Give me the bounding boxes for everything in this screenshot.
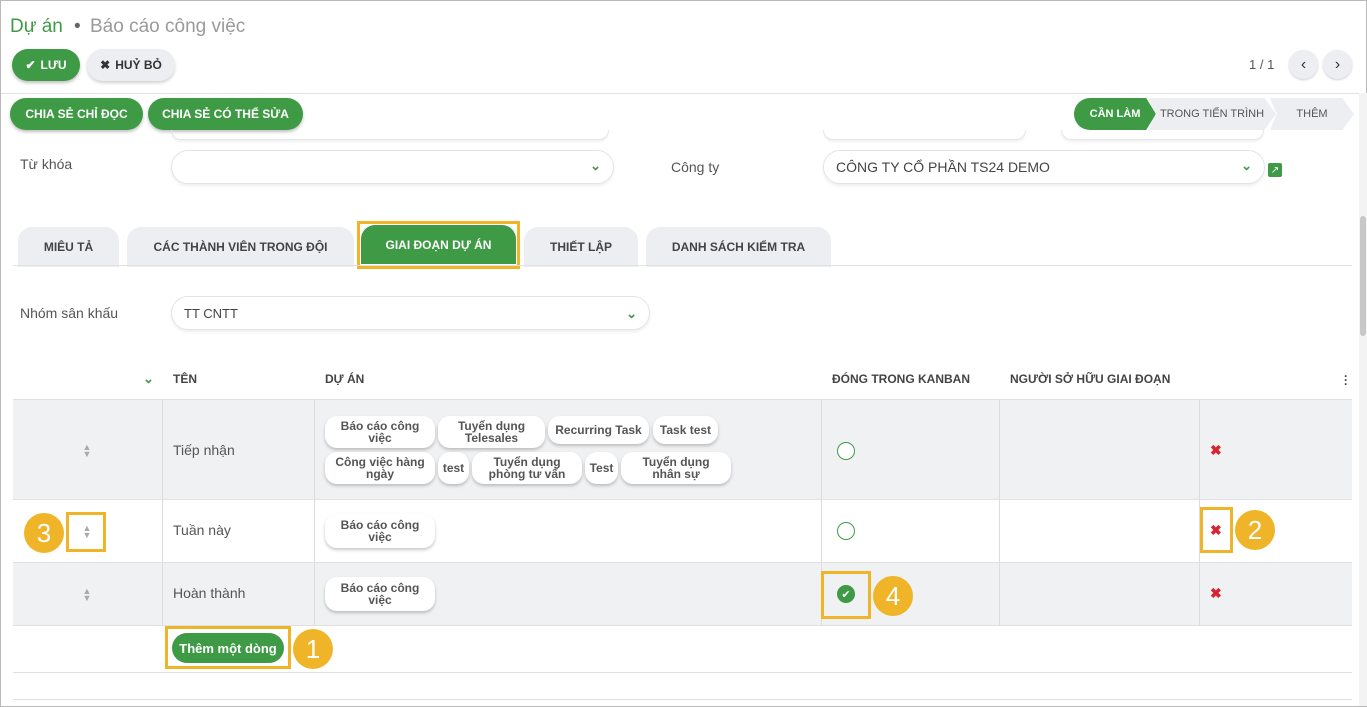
company-label: Công ty [671, 159, 720, 175]
fold-checkbox-checked[interactable]: ✔ [837, 585, 855, 603]
project-tag[interactable]: Task test [653, 416, 718, 444]
stage-more[interactable]: THÊM [1270, 98, 1354, 130]
company-value: CÔNG TY CỔ PHẦN TS24 DEMO [836, 159, 1050, 175]
stage-name[interactable]: Tuần này [173, 522, 231, 538]
project-tag[interactable]: Công việc hàng ngày [325, 452, 435, 484]
column-divider [821, 399, 822, 625]
stage-name[interactable]: Tiếp nhận [173, 442, 235, 458]
column-divider [314, 399, 315, 625]
external-link-icon[interactable]: ↗ [1268, 163, 1282, 177]
chevron-down-icon: ⌄ [626, 306, 637, 321]
chevron-down-icon[interactable]: ⌄ [143, 371, 154, 387]
project-tag[interactable]: Báo cáo công việc [325, 514, 435, 548]
scrollbar-thumb[interactable] [1360, 216, 1366, 336]
header-divider [1, 93, 1367, 94]
column-fold-header[interactable]: ĐÓNG TRONG KANBAN [832, 372, 970, 386]
breadcrumb-separator: • [74, 16, 81, 37]
add-line-button[interactable]: Thêm một dòng [172, 633, 284, 663]
stage-group-field[interactable]: TT CNTT ⌄ [171, 296, 650, 330]
check-icon: ✔ [841, 588, 851, 601]
scrollbar-track[interactable] [1359, 93, 1367, 706]
tab-checklist[interactable]: DANH SÁCH KIỂM TRA [646, 227, 831, 267]
tab-underline [13, 265, 1352, 266]
delete-icon[interactable]: ✖ [1210, 585, 1222, 602]
project-tag[interactable]: Tuyển dụng phòng tư vấn [472, 452, 582, 484]
company-field[interactable]: CÔNG TY CỔ PHẦN TS24 DEMO ⌄ [823, 150, 1265, 184]
scrolled-field-edge [171, 130, 609, 140]
chevron-down-icon: ⌄ [590, 158, 601, 173]
chevron-left-icon: ‹ [1300, 55, 1307, 73]
cancel-button[interactable]: ✖ HUỶ BỎ [87, 49, 175, 81]
chevron-down-icon: ⌄ [1241, 158, 1252, 173]
fold-checkbox[interactable] [837, 522, 855, 540]
x-icon: ✖ [100, 58, 111, 72]
stage-todo[interactable]: CẦN LÀM [1074, 98, 1156, 130]
sort-icon[interactable]: ▲ ▼ [82, 587, 92, 603]
annotation-badge: 2 [1235, 510, 1275, 550]
tab-description[interactable]: MIÊU TẢ [18, 227, 119, 267]
keyword-field[interactable]: ⌄ [171, 150, 614, 184]
scrolled-field-edge [1061, 130, 1264, 140]
stage-in-progress[interactable]: TRONG TIẾN TRÌNH [1148, 98, 1276, 130]
save-button[interactable]: ✔ LƯU [12, 49, 80, 81]
column-divider [1199, 399, 1200, 625]
column-project-header[interactable]: DỰ ÁN [325, 372, 364, 386]
sort-icon[interactable]: ▲ ▼ [82, 443, 92, 459]
prev-record-button[interactable]: ‹ [1289, 50, 1318, 79]
delete-icon[interactable]: ✖ [1210, 522, 1222, 539]
share-read-only-button[interactable]: CHIA SẺ CHỈ ĐỌC [10, 98, 143, 130]
project-tag[interactable]: Tuyển dụng Telesales [438, 416, 545, 448]
project-tag[interactable]: Báo cáo công việc [325, 416, 435, 448]
stage-group-label: Nhóm sân khấu [20, 305, 119, 321]
stage-group-value: TT CNTT [184, 305, 238, 321]
share-editable-button[interactable]: CHIA SẺ CÓ THỂ SỬA [148, 98, 303, 130]
column-divider [999, 399, 1000, 625]
sort-icon[interactable]: ▲ ▼ [82, 524, 92, 540]
project-tag[interactable]: Recurring Task [548, 416, 649, 444]
save-label: LƯU [40, 58, 67, 72]
keyword-label: Từ khóa [20, 156, 73, 172]
cancel-label: HUỶ BỎ [115, 58, 162, 72]
delete-icon[interactable]: ✖ [1210, 442, 1222, 459]
column-owner-header[interactable]: NGƯỜI SỞ HỮU GIAI ĐOẠN [1010, 372, 1170, 386]
annotation-badge: 3 [24, 513, 64, 553]
scrolled-field-edge [823, 130, 1026, 140]
chevron-right-icon: › [1334, 55, 1341, 73]
check-icon: ✔ [25, 58, 36, 72]
tab-settings[interactable]: THIẾT LẬP [524, 227, 638, 267]
next-record-button[interactable]: › [1323, 50, 1352, 79]
annotation-badge: 1 [293, 629, 333, 669]
column-divider [162, 399, 163, 625]
fold-checkbox[interactable] [837, 442, 855, 460]
tab-team-members[interactable]: CÁC THÀNH VIÊN TRONG ĐỘI [127, 227, 354, 267]
tab-project-stages[interactable]: GIAI ĐOẠN DỰ ÁN [361, 225, 516, 264]
stage-name[interactable]: Hoàn thành [173, 585, 245, 601]
table-row [13, 672, 1352, 700]
kebab-icon[interactable]: · · · [1344, 370, 1348, 390]
page-title: Báo cáo công việc [90, 16, 246, 37]
project-tag[interactable]: Báo cáo công việc [325, 577, 435, 611]
project-tag[interactable]: Tuyển dụng nhân sự [621, 452, 731, 484]
pager-counter: 1 / 1 [1249, 57, 1275, 72]
annotation-badge: 4 [873, 576, 913, 616]
breadcrumb-root[interactable]: Dự án [10, 16, 63, 38]
column-name-header[interactable]: TÊN [173, 372, 197, 386]
project-tag[interactable]: Test [585, 452, 618, 484]
project-tag[interactable]: test [438, 452, 469, 484]
